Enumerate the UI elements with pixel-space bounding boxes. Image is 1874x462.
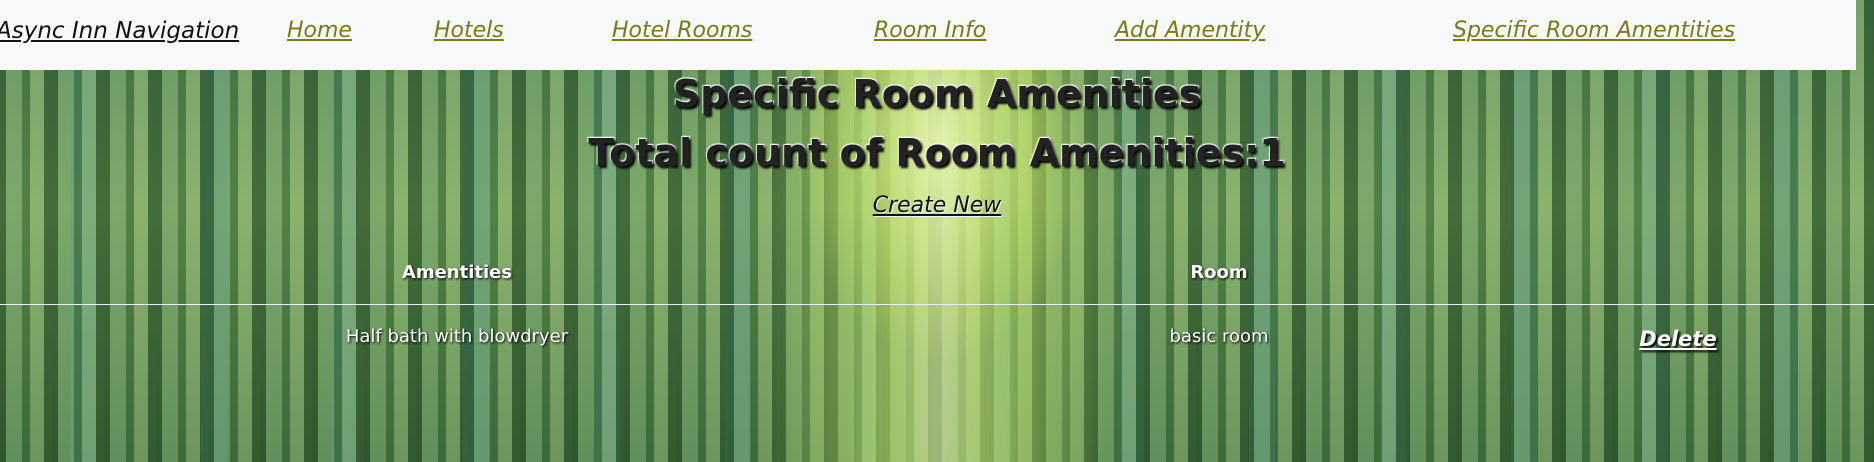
create-new-link[interactable]: Create New: [873, 193, 1002, 218]
amenities-count: Total count of Room Amenities:1: [588, 131, 1286, 175]
nav-link-specific-room-amentities[interactable]: Specific Room Amentities: [1453, 18, 1735, 43]
nav-link-hotel-rooms[interactable]: Hotel Rooms: [612, 18, 752, 43]
header-room: Room: [1190, 262, 1248, 283]
table-divider: [0, 304, 1874, 305]
nav-link-hotels[interactable]: Hotels: [434, 18, 504, 43]
delete-link[interactable]: Delete: [1639, 327, 1716, 351]
nav-link-home[interactable]: Home: [287, 18, 352, 43]
cell-amenity: Half bath with blowdryer: [345, 326, 569, 347]
nav-brand[interactable]: Async Inn Navigation: [0, 18, 239, 44]
cell-room: basic room: [1169, 326, 1269, 347]
page-title: Specific Room Amenities: [672, 72, 1202, 116]
header-amentities: Amentities: [401, 262, 513, 283]
nav-link-room-info[interactable]: Room Info: [874, 18, 986, 43]
nav-link-add-amentity[interactable]: Add Amentity: [1115, 18, 1265, 43]
navbar: Async Inn Navigation Home Hotels Hotel R…: [0, 0, 1856, 70]
create-new-wrapper: Create New: [0, 193, 1874, 218]
background-light: [760, 60, 1120, 462]
